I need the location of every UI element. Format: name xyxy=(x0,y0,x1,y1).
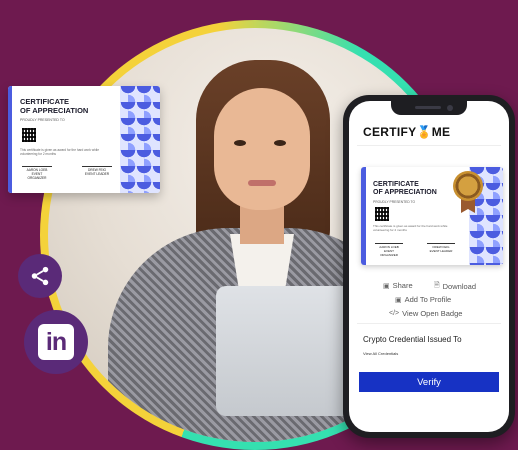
certificate-title: CERTIFICATE OF APPRECIATION xyxy=(20,97,89,115)
add-to-profile-link[interactable]: ▣ Add To Profile xyxy=(395,295,451,304)
share-link[interactable]: ▣ Share xyxy=(383,281,413,290)
signer-role: EVENT LEADER xyxy=(429,249,453,253)
signer-role: EVENT LEADER xyxy=(84,172,110,176)
certificate-body: This certificate is given as award for t… xyxy=(20,148,100,157)
brand-suffix: ME xyxy=(431,125,451,139)
code-icon: </> xyxy=(389,310,400,317)
linkedin-icon: in xyxy=(38,324,74,360)
signature-line xyxy=(427,243,455,244)
photo-face xyxy=(214,88,310,210)
header-divider xyxy=(357,145,501,146)
camera-icon xyxy=(447,105,453,111)
certificate-presented-text: PROUDLY PRESENTED TO xyxy=(20,118,65,122)
share-button[interactable] xyxy=(18,254,62,298)
certificate-accent-bar xyxy=(8,86,12,193)
certificate-signature-2: DREW FEIG EVENT LEADER xyxy=(427,243,455,253)
certificate-preview[interactable]: CERTIFICATE OF APPRECIATION PROUDLY PRES… xyxy=(361,167,503,265)
phone-notch xyxy=(391,101,467,115)
signer-role: EVENT ORGANIZER xyxy=(380,249,398,257)
linkedin-small-icon: ▣ xyxy=(395,296,402,304)
download-link[interactable]: 🗎 Download xyxy=(434,281,476,292)
certificate-pattern xyxy=(120,86,160,193)
signature-line xyxy=(375,243,403,244)
certificate-signature-1: AARON LOEB EVENT ORGANIZER xyxy=(22,166,52,180)
share-icon xyxy=(31,266,49,286)
certificate-accent-bar xyxy=(361,167,366,265)
phone-frame: CERTIFY🏅ME CERTIFICATE OF APPRECIATION P… xyxy=(343,95,515,438)
signer-role: EVENT ORGANIZER xyxy=(27,172,47,180)
award-badge-icon xyxy=(453,171,483,201)
floating-certificate: CERTIFICATE OF APPRECIATION PROUDLY PRES… xyxy=(8,86,160,193)
credential-issued-heading: Crypto Credential Issued To xyxy=(363,335,462,344)
linkedin-small-icon: ▣ xyxy=(383,282,390,290)
certificate-title-line1: CERTIFICATE xyxy=(373,181,419,188)
linkedin-label: in xyxy=(45,327,67,356)
actions-divider xyxy=(357,323,501,324)
verify-button[interactable]: Verify xyxy=(359,372,499,392)
view-all-credentials-link[interactable]: View All Credentials xyxy=(363,351,398,356)
medal-icon: 🏅 xyxy=(416,125,432,139)
brand-logo: CERTIFY🏅ME xyxy=(363,125,450,139)
phone-screen: CERTIFY🏅ME CERTIFICATE OF APPRECIATION P… xyxy=(349,101,509,432)
share-label: Share xyxy=(392,281,413,290)
signature-line xyxy=(22,166,52,167)
download-label: Download xyxy=(442,282,476,291)
linkedin-button[interactable]: in xyxy=(24,310,88,374)
certificate-presented-text: PROUDLY PRESENTED TO xyxy=(373,200,416,204)
certificate-body: This certificate is given as award for t… xyxy=(373,224,448,232)
photo-eye-left xyxy=(234,140,246,146)
photo-lips xyxy=(248,180,276,186)
qr-code-icon xyxy=(22,128,36,142)
certificate-signature-2: DREW FEIG EVENT LEADER xyxy=(82,166,112,176)
view-open-badge-label: View Open Badge xyxy=(402,309,463,318)
brand-name: CERTIFY xyxy=(363,125,417,139)
signature-line xyxy=(82,166,112,167)
view-open-badge-link[interactable]: </> View Open Badge xyxy=(389,309,462,318)
certificate-title-line2: OF APPRECIATION xyxy=(373,189,437,197)
qr-code-icon xyxy=(375,207,389,221)
certificate-title: CERTIFICATE OF APPRECIATION xyxy=(373,181,437,197)
certificate-title-line2: OF APPRECIATION xyxy=(20,105,89,115)
file-icon: 🗎 xyxy=(434,282,440,289)
certificate-signature-1: AARON LOEB EVENT ORGANIZER xyxy=(375,243,403,257)
photo-eye-right xyxy=(274,140,286,146)
add-to-profile-label: Add To Profile xyxy=(404,295,452,304)
speaker-icon xyxy=(415,106,441,109)
